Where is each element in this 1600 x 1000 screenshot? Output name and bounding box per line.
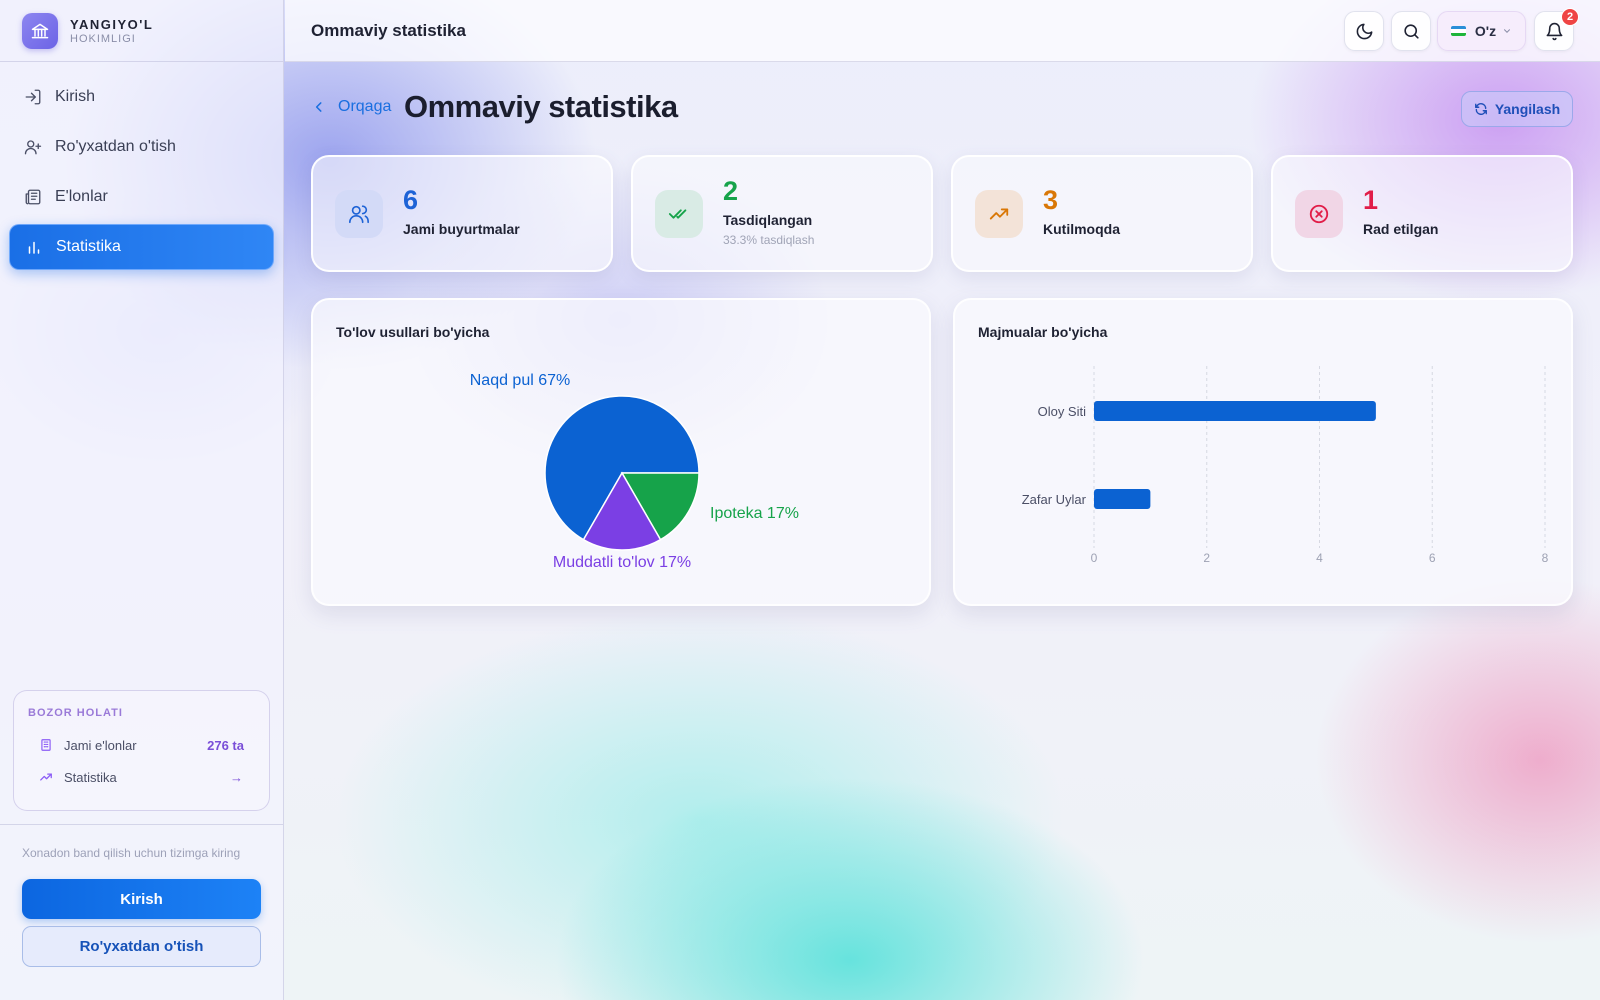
page-title: Ommaviy statistika xyxy=(404,89,678,124)
market-stats-label: Statistika xyxy=(64,769,117,785)
notification-badge: 2 xyxy=(1561,8,1579,26)
users-icon xyxy=(335,190,383,238)
stat-label: Kutilmoqda xyxy=(1043,221,1120,237)
chevron-down-icon xyxy=(1502,26,1512,36)
uzbekistan-flag-icon xyxy=(1450,26,1466,36)
brand-subtitle: HOKIMLIGI xyxy=(70,32,136,45)
complexes-bar-chart: 0 2 4 6 8 Oloy Siti Zafar Uylar xyxy=(1022,366,1549,565)
login-hint: Xonadon band qilish uchun tizimga kiring xyxy=(22,846,241,860)
language-select[interactable]: O'z xyxy=(1437,11,1526,51)
trending-up-icon xyxy=(975,190,1023,238)
theme-toggle-button[interactable] xyxy=(1344,11,1384,51)
sidebar-item-statistika[interactable]: Statistika xyxy=(9,224,274,270)
bar-oloy-siti[interactable] xyxy=(1094,401,1376,421)
x-tick-label: 6 xyxy=(1429,551,1436,565)
search-icon xyxy=(1402,22,1421,41)
market-total-label: Jami e'lonlar xyxy=(64,737,137,753)
stat-card-approved: 2 Tasdiqlangan 33.3% tasdiqlash xyxy=(631,155,933,272)
market-title: BOZOR HOLATI xyxy=(28,707,123,719)
bar-zafar-uylar[interactable] xyxy=(1094,489,1151,509)
building-icon xyxy=(39,737,55,753)
sidebar-item-register[interactable]: Ro'yxatdan o'tish xyxy=(9,124,274,170)
x-tick-label: 2 xyxy=(1203,551,1210,565)
sidebar-item-label: Statistika xyxy=(56,238,121,255)
pie-label: Muddatli to'lov 17% xyxy=(553,554,691,571)
x-tick-label: 0 xyxy=(1091,551,1098,565)
back-label: Orqaga xyxy=(338,98,392,115)
market-status-card: BOZOR HOLATI Jami e'lonlar 276 ta Statis… xyxy=(13,690,270,811)
bank-icon xyxy=(22,12,58,49)
bar-chart-icon xyxy=(24,237,44,257)
bell-icon xyxy=(1545,22,1564,41)
stat-subtext: 33.3% tasdiqlash xyxy=(723,233,815,247)
top-bar: Ommaviy statistika O'z 2 xyxy=(285,0,1600,62)
notifications-button[interactable]: 2 xyxy=(1534,8,1579,51)
y-category-label: Oloy Siti xyxy=(1038,404,1087,419)
back-link[interactable]: Orqaga xyxy=(312,98,391,116)
refresh-label: Yangilash xyxy=(1494,101,1561,117)
user-plus-icon xyxy=(23,137,43,157)
sidebar-item-kirish[interactable]: Kirish xyxy=(9,74,274,120)
sidebar-item-label: Kirish xyxy=(55,88,96,105)
check-double-icon xyxy=(655,190,703,238)
market-stats-link[interactable]: Statistika → xyxy=(28,769,255,785)
complexes-panel: Majmualar bo'yicha 0 2 4 6 8 Oloy Siti Zafar U… xyxy=(953,298,1573,606)
login-icon xyxy=(23,87,43,107)
refresh-button[interactable]: Yangilash xyxy=(1461,91,1573,127)
stat-value: 1 xyxy=(1363,185,1379,215)
y-category-label: Zafar Uylar xyxy=(1022,492,1087,507)
stat-value: 3 xyxy=(1043,185,1059,215)
sidebar-footer: Xonadon band qilish uchun tizimga kiring… xyxy=(0,824,283,1000)
brand[interactable]: YANGIYO'L HOKIMLIGI xyxy=(0,0,283,62)
stat-value: 6 xyxy=(403,185,419,215)
market-total-row[interactable]: Jami e'lonlar 276 ta xyxy=(28,737,255,753)
sidebar-item-elonlar[interactable]: E'lonlar xyxy=(9,174,274,220)
stat-label: Tasdiqlangan xyxy=(723,212,813,228)
arrow-right-icon: → xyxy=(230,769,243,785)
sidebar-item-label: E'lonlar xyxy=(55,188,108,205)
sidebar-item-label: Ro'yxatdan o'tish xyxy=(55,138,176,155)
sidebar: YANGIYO'L HOKIMLIGI Kirish Ro'yxatdan o'… xyxy=(0,0,284,1000)
pie-label: Ipoteka 17% xyxy=(710,505,799,522)
stat-card-total-orders: 6 Jami buyurtmalar xyxy=(311,155,613,272)
sidebar-nav: Kirish Ro'yxatdan o'tish E'lonlar Statis… xyxy=(0,62,283,286)
topbar-title: Ommaviy statistika xyxy=(311,21,466,40)
moon-icon xyxy=(1355,22,1374,41)
x-tick-label: 8 xyxy=(1542,551,1549,565)
stat-value: 2 xyxy=(723,176,739,206)
newspaper-icon xyxy=(23,187,43,207)
language-label: O'z xyxy=(1474,23,1497,39)
chevron-left-icon xyxy=(312,100,326,114)
payment-pie-chart: Naqd pul 67% Ipoteka 17% Muddatli to'lov 1… xyxy=(470,372,799,571)
payment-methods-panel: To'lov usullari bo'yicha Naqd pul 67% Ipo… xyxy=(311,298,931,606)
trending-up-icon xyxy=(39,769,55,785)
register-button[interactable]: Ro'yxatdan o'tish xyxy=(22,926,261,967)
stat-label: Jami buyurtmalar xyxy=(403,221,520,237)
market-total-value: 276 ta xyxy=(207,737,244,753)
refresh-icon xyxy=(1474,102,1488,116)
stat-label: Rad etilgan xyxy=(1363,221,1439,237)
stat-card-rejected: 1 Rad etilgan xyxy=(1271,155,1573,272)
stat-card-pending: 3 Kutilmoqda xyxy=(951,155,1253,272)
brand-title: YANGIYO'L xyxy=(70,16,154,32)
x-tick-label: 4 xyxy=(1316,551,1323,565)
x-circle-icon xyxy=(1295,190,1343,238)
search-button[interactable] xyxy=(1391,11,1431,51)
pie-label: Naqd pul 67% xyxy=(470,372,571,389)
login-button[interactable]: Kirish xyxy=(22,879,261,919)
